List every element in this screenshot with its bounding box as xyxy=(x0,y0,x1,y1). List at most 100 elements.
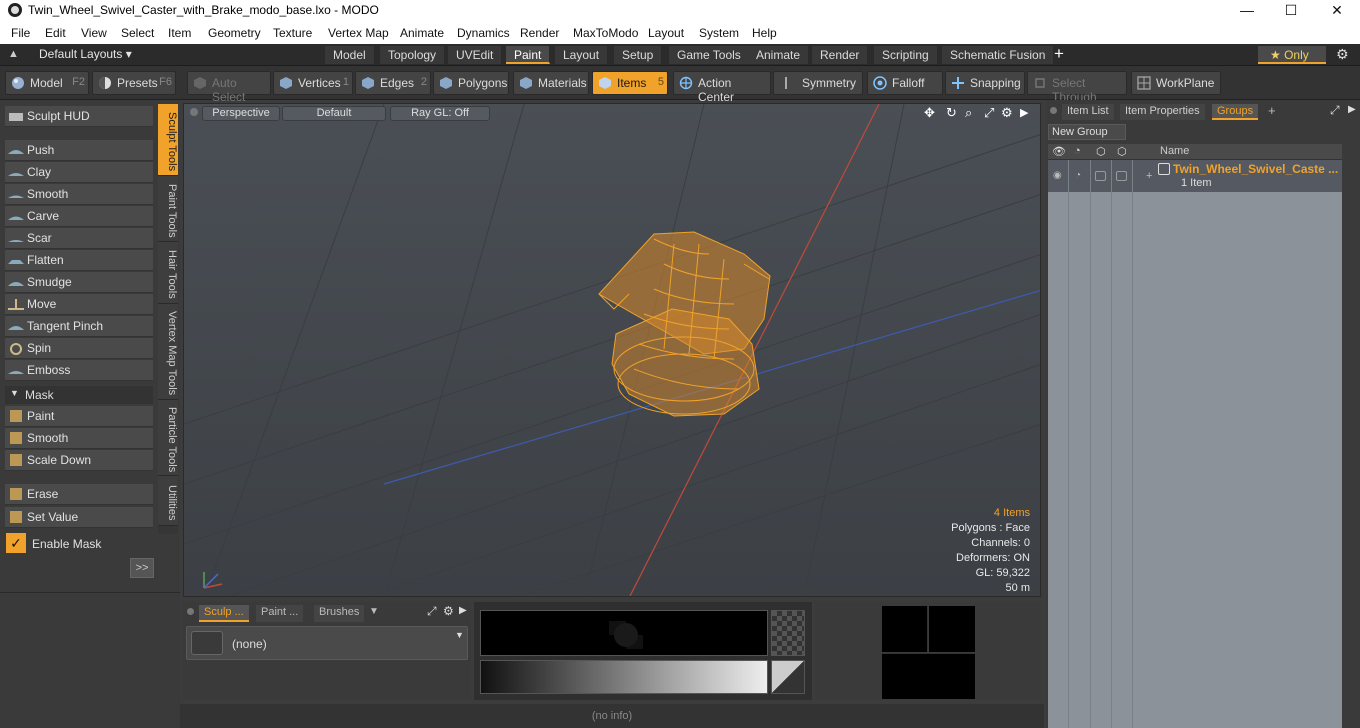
tab-uvedit[interactable]: UVEdit xyxy=(448,46,503,64)
spin-tool-button[interactable]: Spin xyxy=(5,338,153,359)
tab-item-list[interactable]: Item List xyxy=(1062,104,1114,120)
lock-checkbox[interactable] xyxy=(1095,171,1106,181)
edges-button[interactable]: Edges 2 xyxy=(355,71,431,95)
expand-icon[interactable]: + xyxy=(1146,170,1152,182)
select-column-icon[interactable]: ⬡ xyxy=(1117,145,1127,158)
menu-view[interactable]: View xyxy=(81,26,107,40)
select-through-button[interactable]: Select Through xyxy=(1027,71,1127,104)
alpha-swatch[interactable] xyxy=(771,610,805,656)
tab-item-properties[interactable]: Item Properties xyxy=(1120,104,1205,120)
tab-sculpt-tools[interactable]: Sculpt Tools xyxy=(158,104,178,176)
more-tools-button[interactable]: >> xyxy=(130,558,154,578)
items-button[interactable]: Items 5 xyxy=(592,71,668,95)
tab-game-tools[interactable]: Game Tools xyxy=(669,46,750,64)
menu-geometry[interactable]: Geometry xyxy=(208,26,261,40)
maximize-button[interactable]: ☐ xyxy=(1268,0,1314,22)
tab-paint-tools[interactable]: Paint Tools xyxy=(158,176,178,242)
workplane-button[interactable]: WorkPlane xyxy=(1131,71,1221,95)
visibility-column-icon[interactable]: 👁 xyxy=(1052,145,1066,158)
rotate-view-icon[interactable]: ↻ xyxy=(946,105,957,121)
perspective-dropdown[interactable]: Perspective xyxy=(202,106,280,121)
move-tool-button[interactable]: Move xyxy=(5,294,153,315)
tab-groups[interactable]: Groups xyxy=(1212,104,1259,120)
menu-render[interactable]: Render xyxy=(520,26,559,40)
shading-style-dropdown[interactable]: Default xyxy=(282,106,386,121)
panel-arrow-icon[interactable]: ▶ xyxy=(1348,104,1356,115)
panel-expand-icon[interactable]: ⤢ xyxy=(427,604,437,619)
panel-menu-icon[interactable] xyxy=(187,608,194,615)
symmetry-button[interactable]: Symmetry xyxy=(773,71,863,95)
tab-hair-tools[interactable]: Hair Tools xyxy=(158,242,178,304)
panel-menu-icon[interactable] xyxy=(1050,107,1057,114)
tab-topology[interactable]: Topology xyxy=(380,46,446,64)
falloff-button[interactable]: Falloff xyxy=(867,71,943,95)
menu-select[interactable]: Select xyxy=(121,26,154,40)
only-button[interactable]: ★ Only xyxy=(1258,46,1326,64)
scar-tool-button[interactable]: Scar xyxy=(5,228,153,249)
menu-vertex-map[interactable]: Vertex Map xyxy=(328,26,389,40)
tab-paint[interactable]: Paint xyxy=(506,46,551,64)
carve-tool-button[interactable]: Carve xyxy=(5,206,153,227)
menu-dynamics[interactable]: Dynamics xyxy=(457,26,510,40)
viewport-settings-icon[interactable]: ⚙ xyxy=(1001,105,1013,121)
collapse-arrow-icon[interactable]: ▲ xyxy=(8,48,19,60)
add-tab-button[interactable]: + xyxy=(1268,103,1276,118)
action-center-button[interactable]: Action Center xyxy=(673,71,771,104)
presets-button[interactable]: Presets F6 xyxy=(92,71,176,95)
tab-animate[interactable]: Animate xyxy=(748,46,810,64)
gear-icon[interactable]: ⚙ xyxy=(1336,46,1349,63)
thumbnail-1[interactable] xyxy=(882,606,928,652)
viewport-menu-icon[interactable] xyxy=(190,108,198,116)
sculpt-hud-button[interactable]: Sculpt HUD xyxy=(5,106,153,127)
flatten-tool-button[interactable]: Flatten xyxy=(5,250,153,271)
thumbnail-2[interactable] xyxy=(929,606,975,652)
preset-selector[interactable]: (none) ▼ xyxy=(186,626,468,660)
close-button[interactable]: ✕ xyxy=(1314,0,1360,22)
mask-section-header[interactable]: ▼ Mask xyxy=(5,386,153,404)
zoom-view-icon[interactable]: ⌕ xyxy=(965,105,972,121)
auto-select-button[interactable]: Auto Select xyxy=(187,71,271,104)
tab-utilities[interactable]: Utilities xyxy=(158,476,178,526)
render-column-icon[interactable]: ◔ xyxy=(1074,145,1081,157)
menu-layout[interactable]: Layout xyxy=(648,26,684,40)
group-name[interactable]: Twin_Wheel_Swivel_Caste ... xyxy=(1173,162,1338,176)
raygl-dropdown[interactable]: Ray GL: Off xyxy=(390,106,490,121)
default-layouts-dropdown[interactable]: Default Layouts ▾ xyxy=(39,47,132,61)
enable-mask-checkbox[interactable]: ✓ xyxy=(6,533,26,553)
tab-sculpt-presets[interactable]: Sculp ... xyxy=(199,605,249,622)
render-icon[interactable]: ◔ xyxy=(1075,170,1081,181)
tab-layout[interactable]: Layout xyxy=(555,46,609,64)
menu-animate[interactable]: Animate xyxy=(400,26,444,40)
menu-help[interactable]: Help xyxy=(752,26,777,40)
tab-particle-tools[interactable]: Particle Tools xyxy=(158,400,178,476)
tab-scripting[interactable]: Scripting xyxy=(874,46,938,64)
erase-button[interactable]: Erase xyxy=(5,484,153,505)
eye-icon[interactable]: ◉ xyxy=(1053,170,1062,181)
menu-maxtomodo[interactable]: MaxToModo xyxy=(573,26,638,40)
snapping-button[interactable]: Snapping xyxy=(945,71,1025,95)
groups-list[interactable]: ◉ ◔ + Twin_Wheel_Swivel_Caste ... 1 Item xyxy=(1048,160,1342,728)
smooth-tool-button[interactable]: Smooth xyxy=(5,184,153,205)
tab-setup[interactable]: Setup xyxy=(614,46,663,64)
vertices-button[interactable]: Vertices 1 xyxy=(273,71,353,95)
panel-arrow-icon[interactable]: ▶ xyxy=(459,605,467,616)
panel-settings-icon[interactable]: ⚙ xyxy=(443,604,454,618)
materials-button[interactable]: Materials xyxy=(513,71,589,95)
tangent-pinch-tool-button[interactable]: Tangent Pinch xyxy=(5,316,153,337)
lock-column-icon[interactable]: ⬡ xyxy=(1096,145,1106,158)
clay-tool-button[interactable]: Clay xyxy=(5,162,153,183)
viewport-expand-arrow-icon[interactable]: ▶ xyxy=(1020,106,1028,119)
tab-paint-presets[interactable]: Paint ... xyxy=(256,605,304,622)
tab-vertex-map-tools[interactable]: Vertex Map Tools xyxy=(158,304,178,400)
texture-preview[interactable] xyxy=(480,610,768,656)
add-tab-button[interactable]: + xyxy=(1054,44,1064,64)
fit-view-icon[interactable]: ⤢ xyxy=(984,105,994,121)
color-swatch[interactable] xyxy=(771,660,805,694)
emboss-tool-button[interactable]: Emboss xyxy=(5,360,153,381)
move-view-icon[interactable]: ✥ xyxy=(924,105,935,121)
menu-item[interactable]: Item xyxy=(168,26,191,40)
panel-expand-icon[interactable]: ⤢ xyxy=(1330,103,1340,118)
tabs-dropdown-arrow-icon[interactable]: ▼ xyxy=(369,606,379,617)
tab-schematic-fusion[interactable]: Schematic Fusion xyxy=(942,46,1055,64)
minimize-button[interactable]: — xyxy=(1224,0,1270,22)
